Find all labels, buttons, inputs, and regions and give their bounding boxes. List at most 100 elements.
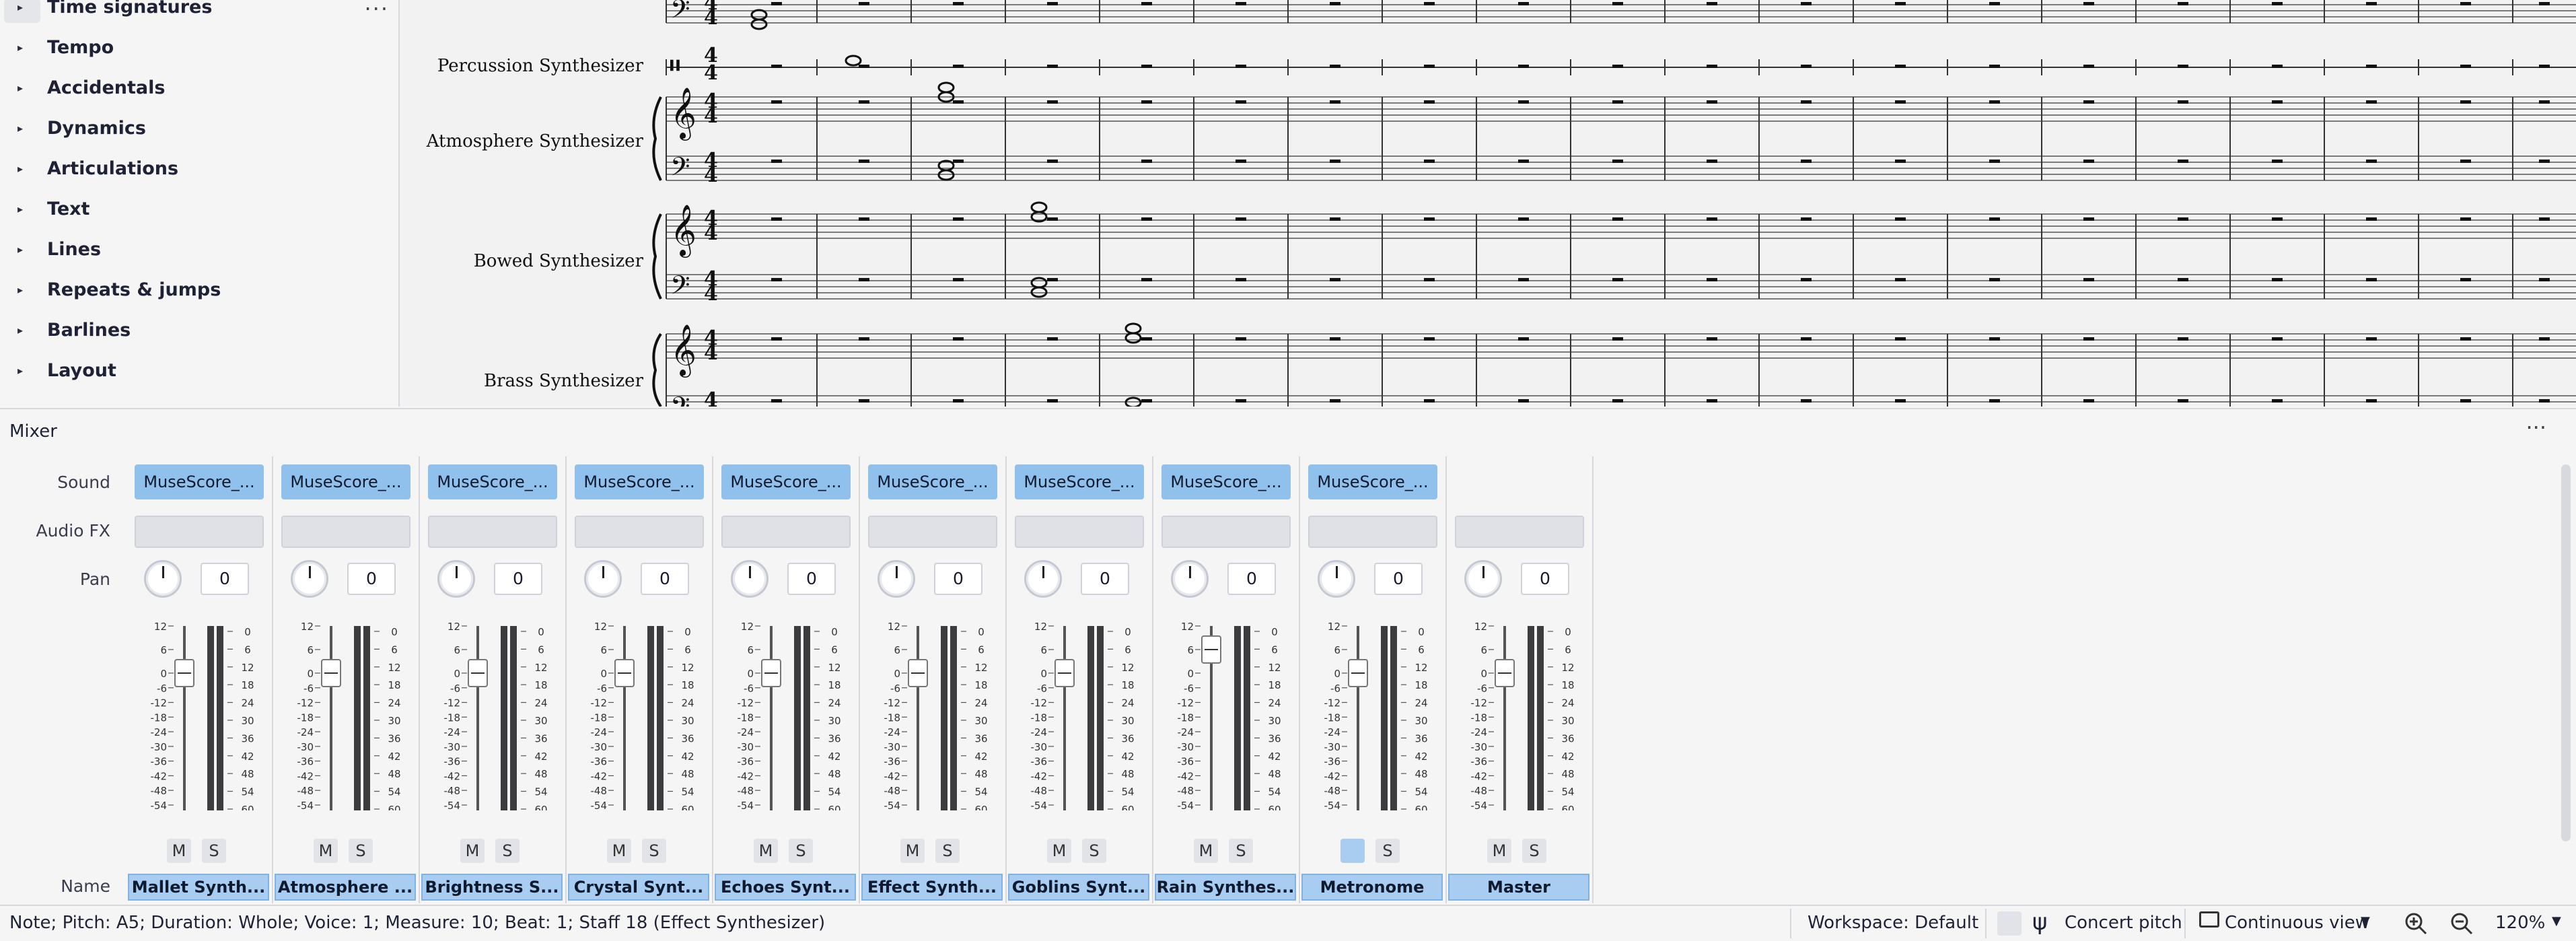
solo-button[interactable]: S: [1082, 839, 1106, 863]
expand-arrow-icon[interactable]: ▸: [17, 162, 23, 175]
solo-button[interactable]: S: [1522, 839, 1546, 863]
pan-knob[interactable]: [1024, 560, 1062, 598]
note-head[interactable]: [1124, 332, 1142, 344]
note-head[interactable]: [1030, 201, 1048, 213]
audio-fx-slot[interactable]: [1161, 516, 1291, 548]
pan-knob[interactable]: [144, 560, 182, 598]
sound-selector-button[interactable]: MuseScore_...: [1308, 464, 1437, 499]
volume-fader[interactable]: 1260-6-12-18-24-30-36-42-48-54-∞06121824…: [1153, 615, 1299, 810]
mute-button[interactable]: M: [1047, 839, 1071, 863]
sound-selector-button[interactable]: MuseScore_...: [281, 464, 410, 499]
expand-arrow-icon[interactable]: ▸: [17, 203, 23, 215]
mute-button[interactable]: M: [607, 839, 631, 863]
sound-selector-button[interactable]: MuseScore_...: [428, 464, 557, 499]
audio-fx-slot[interactable]: [868, 516, 997, 548]
mute-button[interactable]: M: [167, 839, 191, 863]
audio-fx-slot[interactable]: [1308, 516, 1437, 548]
palette-section-text[interactable]: ▸ Text: [0, 188, 398, 229]
sound-selector-button[interactable]: MuseScore_...: [135, 464, 264, 499]
view-mode-selector[interactable]: Continuous view: [2225, 913, 2369, 933]
channel-name-button[interactable]: Rain Synthes...: [1155, 874, 1296, 901]
pan-value-input[interactable]: 0: [347, 563, 396, 595]
channel-name-button[interactable]: Echoes Synt...: [715, 874, 856, 901]
audio-fx-slot[interactable]: [1455, 516, 1584, 548]
palette-section-barlines[interactable]: ▸ Barlines: [0, 310, 398, 350]
channel-name-button[interactable]: Brightness S...: [421, 874, 563, 901]
mute-button[interactable]: M: [900, 839, 925, 863]
palette-section-lines[interactable]: ▸ Lines: [0, 229, 398, 269]
pan-knob[interactable]: [878, 560, 915, 598]
channel-name-button[interactable]: Crystal Synt...: [568, 874, 709, 901]
channel-name-button[interactable]: Atmosphere ...: [275, 874, 416, 901]
note-head[interactable]: [845, 55, 862, 67]
volume-fader[interactable]: 1260-6-12-18-24-30-36-42-48-54-∞06121824…: [713, 615, 859, 810]
expand-arrow-icon[interactable]: ▸: [17, 243, 23, 256]
pan-value-input[interactable]: 0: [494, 563, 542, 595]
mute-button[interactable]: M: [754, 839, 778, 863]
expand-arrow-icon[interactable]: ▸: [17, 81, 23, 94]
score-view[interactable]: 𝄢44𝄥44𝄞44𝄢44𝄞44𝄢44𝄞44𝄢44Percussion Synth…: [400, 0, 2576, 407]
pan-value-input[interactable]: 0: [1227, 563, 1276, 595]
channel-name-button[interactable]: Master: [1448, 874, 1589, 901]
note-head[interactable]: [937, 169, 955, 181]
palette-section-time-signatures[interactable]: ▸ Time signatures: [0, 0, 398, 27]
audio-fx-slot[interactable]: [135, 516, 264, 548]
concert-pitch-checkbox[interactable]: [1997, 911, 2022, 936]
pan-knob[interactable]: [291, 560, 328, 598]
volume-fader[interactable]: 1260-6-12-18-24-30-36-42-48-54-∞06121824…: [1300, 615, 1445, 810]
mute-button[interactable]: M: [1340, 839, 1365, 863]
note-head[interactable]: [1124, 322, 1142, 335]
channel-name-button[interactable]: Mallet Synth...: [128, 874, 269, 901]
audio-fx-slot[interactable]: [428, 516, 557, 548]
solo-button[interactable]: S: [935, 839, 960, 863]
solo-button[interactable]: S: [1229, 839, 1253, 863]
pan-value-input[interactable]: 0: [1521, 563, 1569, 595]
volume-fader[interactable]: 1260-6-12-18-24-30-36-42-48-54-∞06121824…: [273, 615, 419, 810]
audio-fx-slot[interactable]: [1015, 516, 1144, 548]
zoom-in-icon[interactable]: [2402, 910, 2429, 937]
volume-fader[interactable]: 1260-6-12-18-24-30-36-42-48-54-∞06121824…: [1447, 615, 1592, 810]
chevron-down-icon[interactable]: ▼: [2361, 914, 2370, 928]
expand-arrow-icon[interactable]: ▸: [17, 122, 23, 135]
volume-fader[interactable]: 1260-6-12-18-24-30-36-42-48-54-∞06121824…: [127, 615, 272, 810]
note-head[interactable]: [937, 81, 955, 94]
palette-section-layout[interactable]: ▸ Layout: [0, 350, 398, 390]
pan-value-input[interactable]: 0: [934, 563, 982, 595]
solo-button[interactable]: S: [349, 839, 373, 863]
expand-arrow-icon[interactable]: ▸: [17, 283, 23, 296]
channel-name-button[interactable]: Goblins Synt...: [1008, 874, 1149, 901]
volume-fader[interactable]: 1260-6-12-18-24-30-36-42-48-54-∞06121824…: [567, 615, 712, 810]
pan-value-input[interactable]: 0: [787, 563, 836, 595]
mixer-more-button[interactable]: ···: [2526, 415, 2546, 440]
solo-button[interactable]: S: [642, 839, 666, 863]
sound-selector-button[interactable]: MuseScore_...: [868, 464, 997, 499]
solo-button[interactable]: S: [202, 839, 226, 863]
sound-selector-button[interactable]: MuseScore_...: [1161, 464, 1291, 499]
pan-value-input[interactable]: 0: [201, 563, 249, 595]
concert-pitch-label[interactable]: Concert pitch: [2065, 913, 2182, 933]
pan-knob[interactable]: [1171, 560, 1209, 598]
zoom-level[interactable]: 120%: [2495, 913, 2545, 933]
note-head[interactable]: [1030, 277, 1048, 289]
pan-value-input[interactable]: 0: [1374, 563, 1423, 595]
volume-fader[interactable]: 1260-6-12-18-24-30-36-42-48-54-∞06121824…: [420, 615, 565, 810]
palette-section-repeats-jumps[interactable]: ▸ Repeats & jumps: [0, 269, 398, 310]
mute-button[interactable]: M: [1487, 839, 1511, 863]
audio-fx-slot[interactable]: [281, 516, 410, 548]
pan-knob[interactable]: [731, 560, 768, 598]
workspace-selector[interactable]: Workspace: Default: [1808, 913, 1978, 933]
pan-knob[interactable]: [1318, 560, 1355, 598]
note-head[interactable]: [1030, 286, 1048, 298]
mixer-scrollbar[interactable]: [2561, 464, 2571, 841]
score-canvas[interactable]: 𝄢44𝄥44𝄞44𝄢44𝄞44𝄢44𝄞44𝄢44Percussion Synth…: [400, 0, 2576, 407]
mute-button[interactable]: M: [460, 839, 485, 863]
note-head[interactable]: [750, 18, 768, 30]
palette-section-tempo[interactable]: ▸ Tempo: [0, 27, 398, 67]
mute-button[interactable]: M: [1194, 839, 1218, 863]
zoom-out-icon[interactable]: [2448, 910, 2475, 937]
pan-knob[interactable]: [1464, 560, 1502, 598]
mute-button[interactable]: M: [314, 839, 338, 863]
audio-fx-slot[interactable]: [721, 516, 851, 548]
solo-button[interactable]: S: [1375, 839, 1400, 863]
sound-selector-button[interactable]: MuseScore_...: [721, 464, 851, 499]
